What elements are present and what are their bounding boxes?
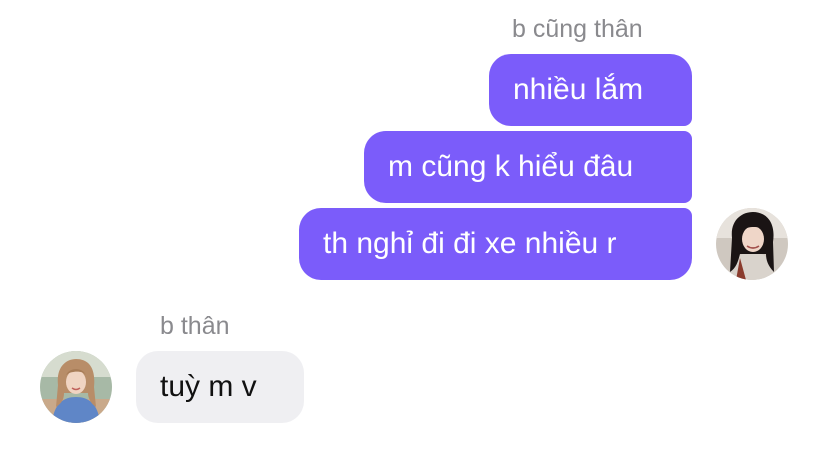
incoming-sender-name: b thân: [160, 312, 230, 340]
contact-avatar-icon[interactable]: [40, 351, 112, 423]
user-avatar-icon[interactable]: [716, 208, 788, 280]
incoming-message-bubble[interactable]: tuỳ m v: [136, 351, 304, 423]
message-text: nhiều lắm: [513, 73, 644, 106]
outgoing-message-bubble[interactable]: th nghỉ đi đi xe nhiều r: [299, 208, 692, 280]
message-text: m cũng k hiểu đâu: [388, 150, 634, 183]
message-text: th nghỉ đi đi xe nhiều r: [323, 227, 617, 260]
outgoing-message-bubble[interactable]: nhiều lắm: [489, 54, 692, 126]
outgoing-sender-name: b cũng thân: [512, 15, 643, 43]
outgoing-message-bubble[interactable]: m cũng k hiểu đâu: [364, 131, 692, 203]
message-text: tuỳ m v: [160, 370, 257, 403]
